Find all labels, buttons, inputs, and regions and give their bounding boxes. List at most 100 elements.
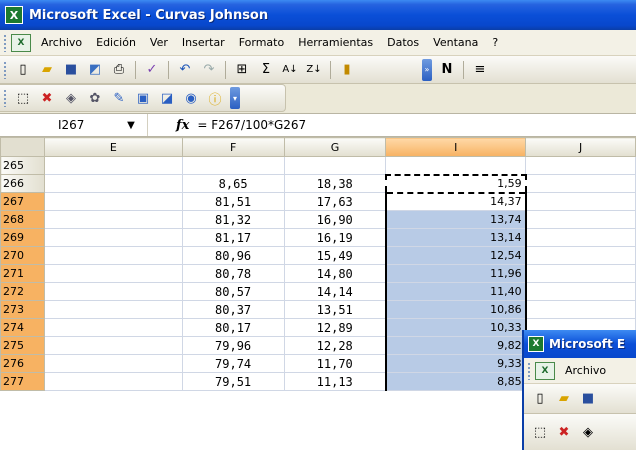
formula-input[interactable]: = F267/100*G267 bbox=[197, 118, 306, 132]
function-icon[interactable]: fx bbox=[176, 118, 189, 133]
cell-i[interactable]: 11,96 bbox=[384, 264, 527, 283]
second-excel-window[interactable]: X Microsoft E X Archivo ▯ ▰ ■ ⬚ ✖ ◈ bbox=[522, 330, 636, 450]
cell-e[interactable] bbox=[43, 318, 183, 337]
cell-g[interactable]: 13,51 bbox=[283, 300, 387, 319]
toolbar-options-icon[interactable]: ▾ bbox=[230, 87, 240, 109]
cell-g[interactable]: 15,49 bbox=[283, 246, 387, 265]
textbox-icon[interactable]: ▣ bbox=[132, 87, 154, 109]
circle-icon[interactable]: ◉ bbox=[180, 87, 202, 109]
row-header[interactable]: 267 bbox=[0, 192, 45, 211]
workbook-menu-icon[interactable]: X bbox=[11, 33, 31, 52]
menubar-grip-icon[interactable] bbox=[527, 361, 531, 380]
redo-icon[interactable]: ↷ bbox=[198, 59, 220, 81]
edit-icon[interactable]: ✎ bbox=[108, 87, 130, 109]
cell-i[interactable]: 13,14 bbox=[384, 228, 527, 247]
cell-e[interactable] bbox=[43, 264, 183, 283]
cell-g[interactable]: 16,19 bbox=[283, 228, 387, 247]
cell-g[interactable]: 16,90 bbox=[283, 210, 387, 229]
menu-datos[interactable]: Datos bbox=[387, 36, 419, 49]
info-icon[interactable]: ⓘ bbox=[204, 87, 226, 109]
sort-descending-icon[interactable]: Z↓ bbox=[303, 59, 325, 81]
cell-g[interactable]: 14,80 bbox=[283, 264, 387, 283]
chevron-down-icon[interactable]: ▼ bbox=[120, 120, 142, 131]
cell-g[interactable]: 12,28 bbox=[283, 336, 387, 355]
cell-g[interactable]: 12,89 bbox=[283, 318, 387, 337]
autosum-icon[interactable]: Σ bbox=[255, 59, 277, 81]
second-window-title-bar[interactable]: X Microsoft E bbox=[524, 330, 636, 358]
menu-help[interactable]: ? bbox=[492, 36, 498, 49]
align-left-icon[interactable]: ≡ bbox=[469, 59, 491, 81]
workbook-menu-icon[interactable]: X bbox=[535, 361, 555, 380]
save-icon[interactable]: ■ bbox=[577, 388, 599, 410]
spelling-icon[interactable]: ✓ bbox=[141, 59, 163, 81]
cell-g[interactable]: 11,70 bbox=[283, 354, 387, 373]
cell-g[interactable] bbox=[283, 156, 387, 175]
cell-i[interactable]: 9,33 bbox=[384, 354, 527, 373]
cell-j[interactable] bbox=[525, 156, 636, 175]
column-header-j[interactable]: J bbox=[525, 137, 636, 157]
row-header[interactable]: 269 bbox=[0, 228, 45, 247]
menu-archivo[interactable]: Archivo bbox=[565, 364, 606, 377]
new-icon[interactable]: ▯ bbox=[529, 388, 551, 410]
name-box-value[interactable]: I267 bbox=[58, 118, 120, 132]
title-bar[interactable]: X Microsoft Excel - Curvas Johnson bbox=[0, 0, 636, 30]
chart-wizard-icon[interactable]: ▮ bbox=[336, 59, 358, 81]
shapes-icon[interactable]: ◈ bbox=[577, 421, 599, 443]
cell-i[interactable]: 12,54 bbox=[384, 246, 527, 265]
undo-icon[interactable]: ↶ bbox=[174, 59, 196, 81]
menu-formato[interactable]: Formato bbox=[239, 36, 285, 49]
cell-j[interactable] bbox=[525, 210, 636, 229]
cell-f[interactable]: 80,57 bbox=[181, 282, 285, 301]
row-header[interactable]: 265 bbox=[0, 156, 45, 175]
menu-ver[interactable]: Ver bbox=[150, 36, 168, 49]
select-all-corner[interactable] bbox=[0, 137, 45, 157]
cell-j[interactable] bbox=[525, 174, 636, 193]
select-icon[interactable]: ⬚ bbox=[529, 421, 551, 443]
diagram-icon[interactable]: ✿ bbox=[84, 87, 106, 109]
cell-e[interactable] bbox=[43, 174, 183, 193]
row-header[interactable]: 270 bbox=[0, 246, 45, 265]
cell-j[interactable] bbox=[525, 300, 636, 319]
toolbar-grip-icon[interactable] bbox=[3, 89, 7, 107]
cell-e[interactable] bbox=[43, 192, 183, 211]
cell-g[interactable]: 18,38 bbox=[283, 174, 387, 193]
cell-i[interactable]: 10,86 bbox=[384, 300, 527, 319]
cell-e[interactable] bbox=[43, 354, 183, 373]
column-header-g[interactable]: G bbox=[283, 137, 387, 157]
sort-ascending-icon[interactable]: A↓ bbox=[279, 59, 301, 81]
hyperlink-icon[interactable]: ⊞ bbox=[231, 59, 253, 81]
cell-j[interactable] bbox=[525, 192, 636, 211]
bold-button[interactable]: N bbox=[436, 59, 458, 81]
row-header[interactable]: 275 bbox=[0, 336, 45, 355]
row-header[interactable]: 272 bbox=[0, 282, 45, 301]
column-header-f[interactable]: F bbox=[181, 137, 285, 157]
cell-j[interactable] bbox=[525, 264, 636, 283]
cell-g[interactable]: 11,13 bbox=[283, 372, 387, 391]
menu-archivo[interactable]: Archivo bbox=[41, 36, 82, 49]
cell-f[interactable]: 80,37 bbox=[181, 300, 285, 319]
cell-i[interactable]: 8,85 bbox=[384, 372, 527, 391]
cell-i[interactable]: 11,40 bbox=[384, 282, 527, 301]
cell-e[interactable] bbox=[43, 372, 183, 391]
delete-icon[interactable]: ✖ bbox=[553, 421, 575, 443]
row-header[interactable]: 274 bbox=[0, 318, 45, 337]
cell-j[interactable] bbox=[525, 246, 636, 265]
cell-g[interactable]: 17,63 bbox=[283, 192, 387, 211]
shapes-icon[interactable]: ◈ bbox=[60, 87, 82, 109]
cell-f[interactable]: 79,74 bbox=[181, 354, 285, 373]
cell-i[interactable] bbox=[385, 156, 527, 175]
cell-f[interactable]: 80,78 bbox=[181, 264, 285, 283]
cell-i[interactable]: 9,82 bbox=[384, 336, 527, 355]
cell-e[interactable] bbox=[43, 246, 183, 265]
toolbar-grip-icon[interactable] bbox=[3, 60, 7, 79]
name-box[interactable]: I267 ▼ bbox=[0, 114, 148, 136]
cell-i[interactable]: 10,33 bbox=[384, 318, 527, 337]
open-icon[interactable]: ▰ bbox=[36, 59, 58, 81]
row-header[interactable]: 277 bbox=[0, 372, 45, 391]
save-icon[interactable]: ■ bbox=[60, 59, 82, 81]
cell-g[interactable]: 14,14 bbox=[283, 282, 387, 301]
menubar-grip-icon[interactable] bbox=[3, 33, 7, 52]
toolbar-options-icon[interactable]: » bbox=[422, 58, 432, 81]
cell-e[interactable] bbox=[43, 300, 183, 319]
row-header[interactable]: 266 bbox=[0, 174, 45, 193]
